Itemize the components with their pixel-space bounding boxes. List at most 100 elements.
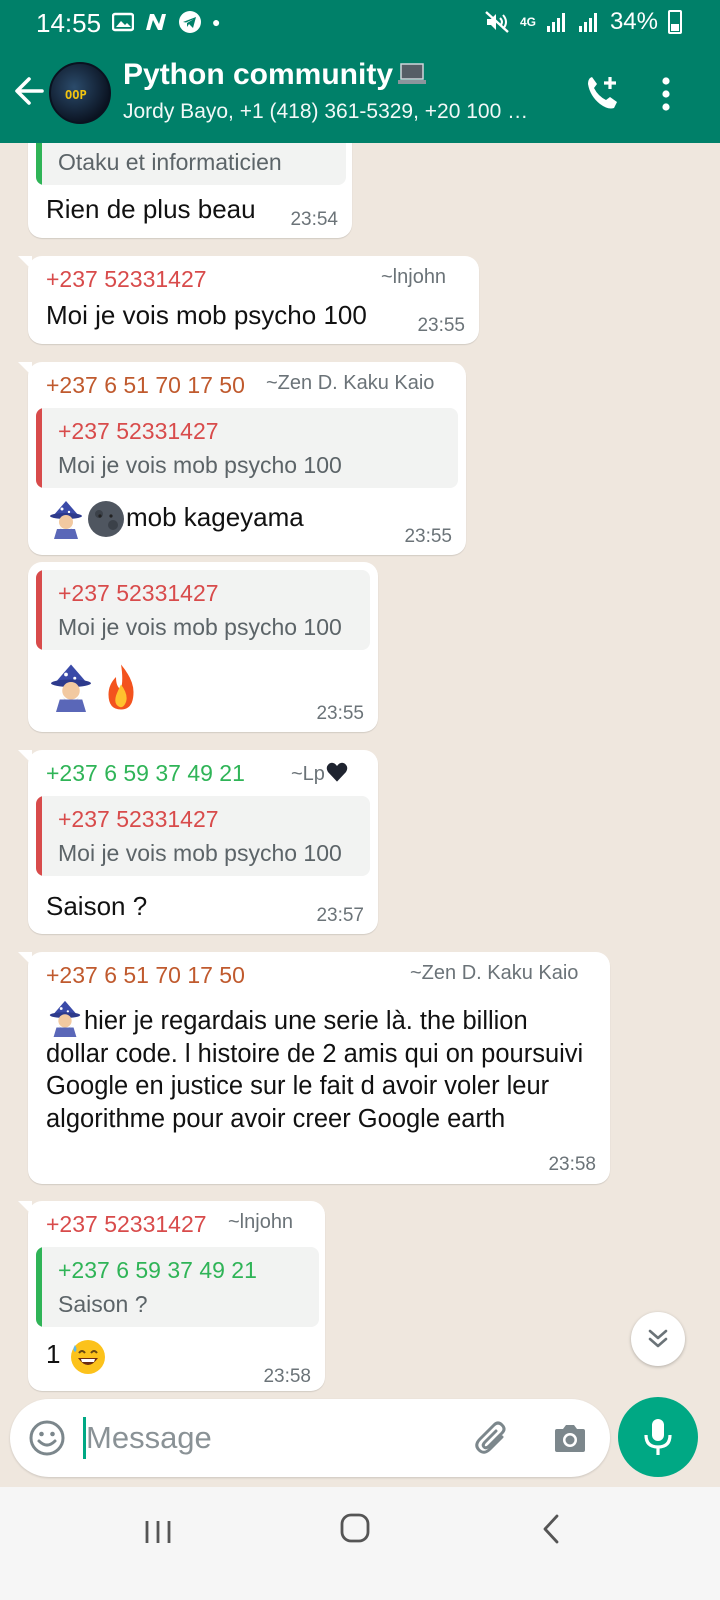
sender-alias: ~Lp — [291, 760, 349, 786]
message-text-row: 1 — [46, 1336, 108, 1376]
signal-icon — [546, 13, 565, 32]
sender-name[interactable]: +237 6 51 70 17 50 — [46, 372, 245, 399]
mage-emoji — [46, 662, 96, 712]
message-time: 23:54 — [290, 209, 338, 230]
nav-back-icon[interactable] — [539, 1513, 563, 1545]
message-text: Rien de plus beau — [46, 194, 256, 224]
sender-alias: ~Zen D. Kaku Kaio — [266, 372, 435, 394]
battery-icon — [668, 10, 682, 34]
paperclip-icon[interactable] — [472, 1419, 512, 1459]
message-text-block: hier je regardais une serie là. the bill… — [46, 999, 596, 1135]
more-options-icon[interactable] — [654, 74, 678, 114]
message-bubble[interactable]: Otaku et informaticien Rien de plus beau… — [28, 143, 352, 238]
chat-members[interactable]: Jordy Bayo, +1 (418) 361-5329, +20 100 … — [123, 100, 553, 124]
sender-alias: ~Zen D. Kaku Kaio — [410, 962, 579, 984]
signal-icon-2 — [578, 13, 597, 32]
quote-bar — [36, 1247, 42, 1327]
quoted-text: Moi je vois mob psycho 100 — [58, 614, 342, 640]
mute-icon — [485, 11, 509, 33]
quoted-message[interactable]: +237 6 59 37 49 21 Saison ? — [36, 1247, 319, 1327]
home-icon[interactable] — [339, 1512, 371, 1544]
back-arrow-icon[interactable] — [12, 68, 52, 114]
group-avatar[interactable]: OOP — [49, 62, 111, 124]
message-composer — [10, 1399, 610, 1477]
quoted-sender: +237 52331427 — [58, 580, 219, 606]
quoted-text: Moi je vois mob psycho 100 — [58, 840, 342, 866]
recent-apps-icon[interactable] — [143, 1517, 173, 1547]
network-type: 4G — [519, 15, 536, 29]
voice-message-button[interactable] — [618, 1397, 698, 1477]
message-bubble[interactable]: +237 52331427 ~lnjohn +237 6 59 37 49 21… — [18, 1201, 325, 1391]
avatar-label: OOP — [65, 88, 87, 102]
top-bar: 14:55 ● 4G 34% OOP Python community Jord… — [0, 0, 720, 143]
add-call-icon[interactable] — [582, 72, 622, 112]
microphone-icon — [644, 1419, 672, 1455]
sender-name[interactable]: +237 52331427 — [46, 266, 207, 293]
battery-percent: 34% — [609, 8, 658, 35]
sweat-smile-emoji — [68, 1336, 108, 1376]
double-chevron-down-icon — [648, 1329, 668, 1348]
status-time: 14:55 — [36, 8, 102, 38]
chat-title-text: Python community — [123, 58, 394, 91]
message-text-row: mob kageyama — [46, 499, 304, 539]
message-bubble[interactable]: +237 6 51 70 17 50 ~Zen D. Kaku Kaio +23… — [18, 362, 466, 555]
quoted-message[interactable]: +237 52331427 Moi je vois mob psycho 100 — [36, 408, 458, 488]
emoji-icon[interactable] — [28, 1419, 66, 1457]
sender-alias: ~lnjohn — [381, 266, 447, 288]
quote-bar — [36, 570, 42, 650]
sender-name[interactable]: +237 6 59 37 49 21 — [46, 760, 245, 787]
new-moon-face-emoji — [86, 499, 126, 539]
emoji-row — [46, 662, 146, 712]
message-text: mob kageyama — [126, 501, 304, 532]
sender-alias: ~lnjohn — [228, 1211, 294, 1233]
quoted-message[interactable]: +237 52331427 Moi je vois mob psycho 100 — [36, 570, 370, 650]
quoted-text: Otaku et informaticien — [58, 149, 282, 175]
message-time: 23:58 — [263, 1366, 311, 1387]
system-navigation-bar — [0, 1487, 720, 1600]
mage-emoji — [46, 999, 84, 1037]
quoted-sender: +237 6 59 37 49 21 — [58, 1257, 257, 1283]
status-system-icons: 4G 34% — [484, 8, 682, 36]
quote-bar — [36, 143, 42, 185]
quoted-message[interactable]: Otaku et informaticien — [36, 143, 346, 185]
quoted-message[interactable]: +237 52331427 Moi je vois mob psycho 100 — [36, 796, 370, 876]
status-notification-icons: ● — [112, 10, 220, 34]
message-bubble[interactable]: +237 52331427 ~lnjohn Moi je vois mob ps… — [18, 256, 479, 344]
message-time: 23:55 — [417, 315, 465, 336]
dot-icon: ● — [212, 14, 221, 30]
quoted-sender: +237 52331427 — [58, 418, 219, 444]
mage-emoji — [46, 499, 86, 539]
message-time: 23:55 — [404, 526, 452, 547]
quote-bar — [36, 796, 42, 876]
sender-name[interactable]: +237 52331427 — [46, 1211, 207, 1238]
chat-messages[interactable]: Otaku et informaticien Rien de plus beau… — [0, 143, 720, 1488]
status-bar: 14:55 ● 4G 34% — [0, 0, 720, 46]
sender-name[interactable]: +237 6 51 70 17 50 — [46, 962, 245, 989]
alias-text: ~Lp — [291, 763, 325, 785]
message-time: 23:55 — [316, 703, 364, 724]
fire-emoji — [96, 662, 146, 712]
message-text: Saison ? — [46, 891, 148, 921]
chat-title[interactable]: Python community — [123, 58, 427, 92]
message-text: Moi je vois mob psycho 100 — [46, 300, 367, 330]
message-time: 23:57 — [316, 905, 364, 926]
chat-header: OOP Python community Jordy Bayo, +1 (418… — [0, 46, 720, 143]
telegram-icon — [179, 11, 201, 33]
quoted-sender: +237 52331427 — [58, 806, 219, 832]
message-text: hier je regardais une serie là. the bill… — [46, 1007, 584, 1133]
message-text: 1 — [46, 1338, 61, 1369]
message-bubble[interactable]: +237 6 51 70 17 50 ~Zen D. Kaku Kaio hie… — [18, 952, 610, 1184]
quoted-text: Saison ? — [58, 1291, 148, 1317]
message-time: 23:58 — [548, 1154, 596, 1175]
message-bubble[interactable]: +237 52331427 Moi je vois mob psycho 100… — [28, 562, 378, 732]
camera-icon[interactable] — [550, 1419, 590, 1459]
message-bubble[interactable]: +237 6 59 37 49 21 ~Lp +237 52331427 Moi… — [18, 750, 378, 934]
quoted-text: Moi je vois mob psycho 100 — [58, 452, 342, 478]
quote-bar — [36, 408, 42, 488]
scroll-to-bottom-button[interactable] — [631, 1312, 685, 1366]
gallery-icon — [112, 12, 134, 32]
n-app-icon — [146, 14, 166, 30]
message-input[interactable] — [86, 1411, 466, 1465]
laptop-icon — [398, 63, 427, 84]
black-heart-emoji — [325, 760, 349, 784]
